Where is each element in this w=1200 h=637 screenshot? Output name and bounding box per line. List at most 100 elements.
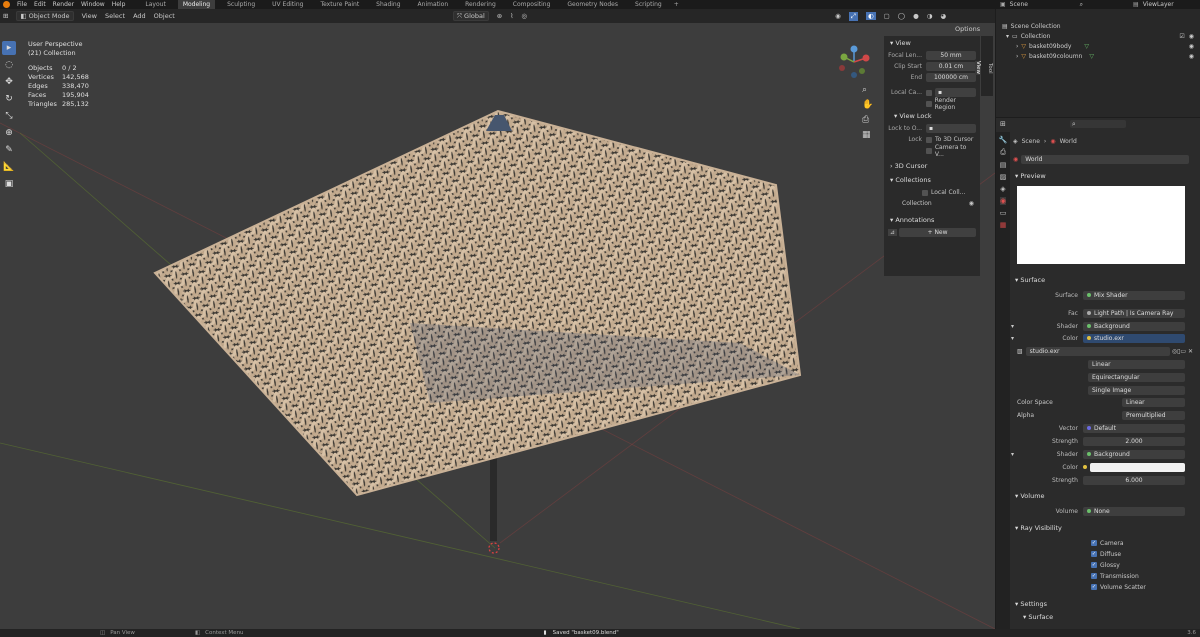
- expand-icon[interactable]: ▾: [1006, 33, 1009, 40]
- projection-dropdown[interactable]: Equirectangular: [1088, 372, 1185, 382]
- preview-header[interactable]: ▾ Preview: [1015, 172, 1046, 180]
- image-datablock[interactable]: ▧ studio.exr ◎▯▭ ✕: [1017, 346, 1193, 356]
- eye-icon[interactable]: ◉: [1189, 43, 1194, 50]
- checkbox-icon[interactable]: ☑: [1179, 33, 1184, 40]
- ray-diffuse-row[interactable]: ✓ Diffuse: [1091, 549, 1121, 559]
- outliner-item-basket09body[interactable]: › ▽ basket09body ▽ ◉: [996, 41, 1200, 51]
- ray-transmission-row[interactable]: ✓ Transmission: [1091, 571, 1139, 581]
- viewlayer-name[interactable]: ViewLayer: [1143, 1, 1174, 8]
- settings-surface-header[interactable]: ▾ Surface: [1023, 613, 1053, 621]
- camera-icon[interactable]: ⎙: [862, 115, 873, 125]
- output-tab-icon[interactable]: ▤: [1000, 161, 1007, 169]
- eye-icon[interactable]: ◉: [1189, 53, 1194, 60]
- visibility-icon[interactable]: ◉: [835, 12, 841, 20]
- view-layer-tab-icon[interactable]: ▨: [1000, 173, 1007, 181]
- tool-tab-icon[interactable]: 🔧: [999, 136, 1008, 144]
- measure-icon[interactable]: 📐: [2, 160, 16, 174]
- eye-icon[interactable]: ◉: [969, 200, 974, 207]
- xray-icon[interactable]: ▢: [884, 12, 890, 20]
- strength2-field[interactable]: 6.000: [1083, 475, 1185, 485]
- menu-edit[interactable]: Edit: [34, 1, 46, 8]
- grid-icon[interactable]: ▦: [862, 130, 873, 140]
- tab-scripting[interactable]: Scripting: [630, 0, 667, 9]
- shading-wireframe-icon[interactable]: ◯: [898, 12, 905, 20]
- annotate-icon[interactable]: ✎: [2, 143, 16, 157]
- ray-volume-scatter-row[interactable]: ✓ Volume Scatter: [1091, 582, 1146, 592]
- move-icon[interactable]: ✥: [2, 75, 16, 89]
- z-axis-icon[interactable]: [850, 45, 858, 53]
- surface-header[interactable]: ▾ Surface: [1015, 276, 1045, 284]
- expand-icon[interactable]: ▾: [1011, 335, 1023, 342]
- properties-editor-icon[interactable]: ⊞: [1000, 120, 1006, 128]
- to-3d-cursor-checkbox[interactable]: [926, 136, 932, 143]
- pan-hand-icon[interactable]: ✋: [862, 100, 873, 110]
- tab-rendering[interactable]: Rendering: [460, 0, 501, 9]
- glossy-checkbox[interactable]: ✓: [1091, 562, 1097, 568]
- scale-icon[interactable]: ⤡: [2, 109, 16, 123]
- rotate-icon[interactable]: ↻: [2, 92, 16, 106]
- select-box-icon[interactable]: ▸: [2, 41, 16, 55]
- gizmo-icon[interactable]: ⤢: [848, 11, 858, 21]
- tab-modeling[interactable]: Modeling: [177, 0, 216, 9]
- zoom-icon[interactable]: ⌕: [862, 85, 873, 95]
- expand-icon[interactable]: ›: [1016, 43, 1018, 50]
- menu-window[interactable]: Window: [81, 1, 105, 8]
- tab-shading[interactable]: Shading: [371, 0, 405, 9]
- fac-field[interactable]: Light Path | Is Camera Ray: [1083, 308, 1185, 318]
- clip-start-field[interactable]: 0.01 cm: [926, 62, 976, 71]
- x-axis-icon[interactable]: [862, 54, 870, 62]
- annotations-section-header[interactable]: ▾ Annotations: [884, 213, 980, 227]
- search-icon[interactable]: ⌕: [1069, 120, 1126, 128]
- focal-length-field[interactable]: 50 mm: [926, 51, 976, 60]
- vector-field[interactable]: Default: [1083, 423, 1185, 433]
- tab-geometry-nodes[interactable]: Geometry Nodes: [562, 0, 623, 9]
- tab-tool[interactable]: Tool: [987, 63, 993, 74]
- tab-texture-paint[interactable]: Texture Paint: [315, 0, 364, 9]
- snap-icon[interactable]: ⌇: [510, 12, 513, 20]
- scene-tab-icon[interactable]: ◈: [1000, 185, 1005, 193]
- overlay-icon[interactable]: ◐: [865, 12, 876, 20]
- annotation-type-icon[interactable]: ⊿: [888, 229, 898, 236]
- settings-header[interactable]: ▾ Settings: [1015, 600, 1047, 608]
- tab-animation[interactable]: Animation: [413, 0, 454, 9]
- world-tab-icon[interactable]: ◉: [999, 197, 1007, 205]
- tab-view[interactable]: View: [975, 61, 981, 75]
- interpolation-dropdown[interactable]: Linear: [1088, 359, 1185, 369]
- new-annotation-button[interactable]: + New: [899, 228, 976, 237]
- eye-icon[interactable]: ◉: [1189, 33, 1194, 40]
- neg-z-icon[interactable]: [851, 72, 857, 78]
- collection-tab-icon[interactable]: ▭: [1000, 209, 1007, 217]
- render-tab-icon[interactable]: ⎙: [1000, 148, 1006, 157]
- ray-visibility-header[interactable]: ▾ Ray Visibility: [1015, 524, 1062, 532]
- outliner-item-basket09coloumn[interactable]: › ▽ basket09coloumn ▽ ◉: [996, 51, 1200, 61]
- shader2-field[interactable]: Background: [1083, 449, 1185, 459]
- colorspace-dropdown[interactable]: Linear: [1122, 397, 1185, 407]
- source-dropdown[interactable]: Single Image: [1088, 385, 1185, 395]
- collections-section-header[interactable]: ▾ Collections: [884, 173, 980, 187]
- volume-scatter-checkbox[interactable]: ✓: [1091, 584, 1097, 590]
- options-dropdown[interactable]: Options: [955, 25, 980, 33]
- expand-icon[interactable]: ▾: [1011, 451, 1023, 458]
- 3d-viewport[interactable]: [0, 23, 995, 629]
- transform-icon[interactable]: ⊕: [2, 126, 16, 140]
- tab-layout[interactable]: Layout: [140, 0, 170, 9]
- color2-swatch[interactable]: [1090, 462, 1185, 472]
- alpha-dropdown[interactable]: Premultiplied: [1122, 410, 1185, 420]
- ray-camera-row[interactable]: ✓ Camera: [1091, 538, 1124, 548]
- shading-rendered-icon[interactable]: ◕: [940, 12, 946, 20]
- add-cube-icon[interactable]: ▣: [2, 177, 16, 191]
- view-lock-header[interactable]: ▾ View Lock: [884, 109, 980, 123]
- color-field[interactable]: studio.exr: [1083, 333, 1185, 343]
- image-actions-icon[interactable]: ◎▯▭ ✕: [1172, 348, 1193, 355]
- cursor-icon[interactable]: ◌: [2, 58, 16, 72]
- add-workspace-button[interactable]: +: [674, 1, 679, 8]
- world-datablock[interactable]: ◉ World: [1013, 154, 1189, 164]
- expand-icon[interactable]: ›: [1016, 53, 1018, 60]
- view-section-header[interactable]: ▾ View: [884, 36, 980, 50]
- menu-file[interactable]: File: [17, 1, 27, 8]
- ray-glossy-row[interactable]: ✓ Glossy: [1091, 560, 1120, 570]
- texture-tab-icon[interactable]: ▦: [1000, 221, 1007, 229]
- volume-field[interactable]: None: [1083, 506, 1185, 516]
- diffuse-checkbox[interactable]: ✓: [1091, 551, 1097, 557]
- pivot-icon[interactable]: ⊛: [497, 12, 502, 20]
